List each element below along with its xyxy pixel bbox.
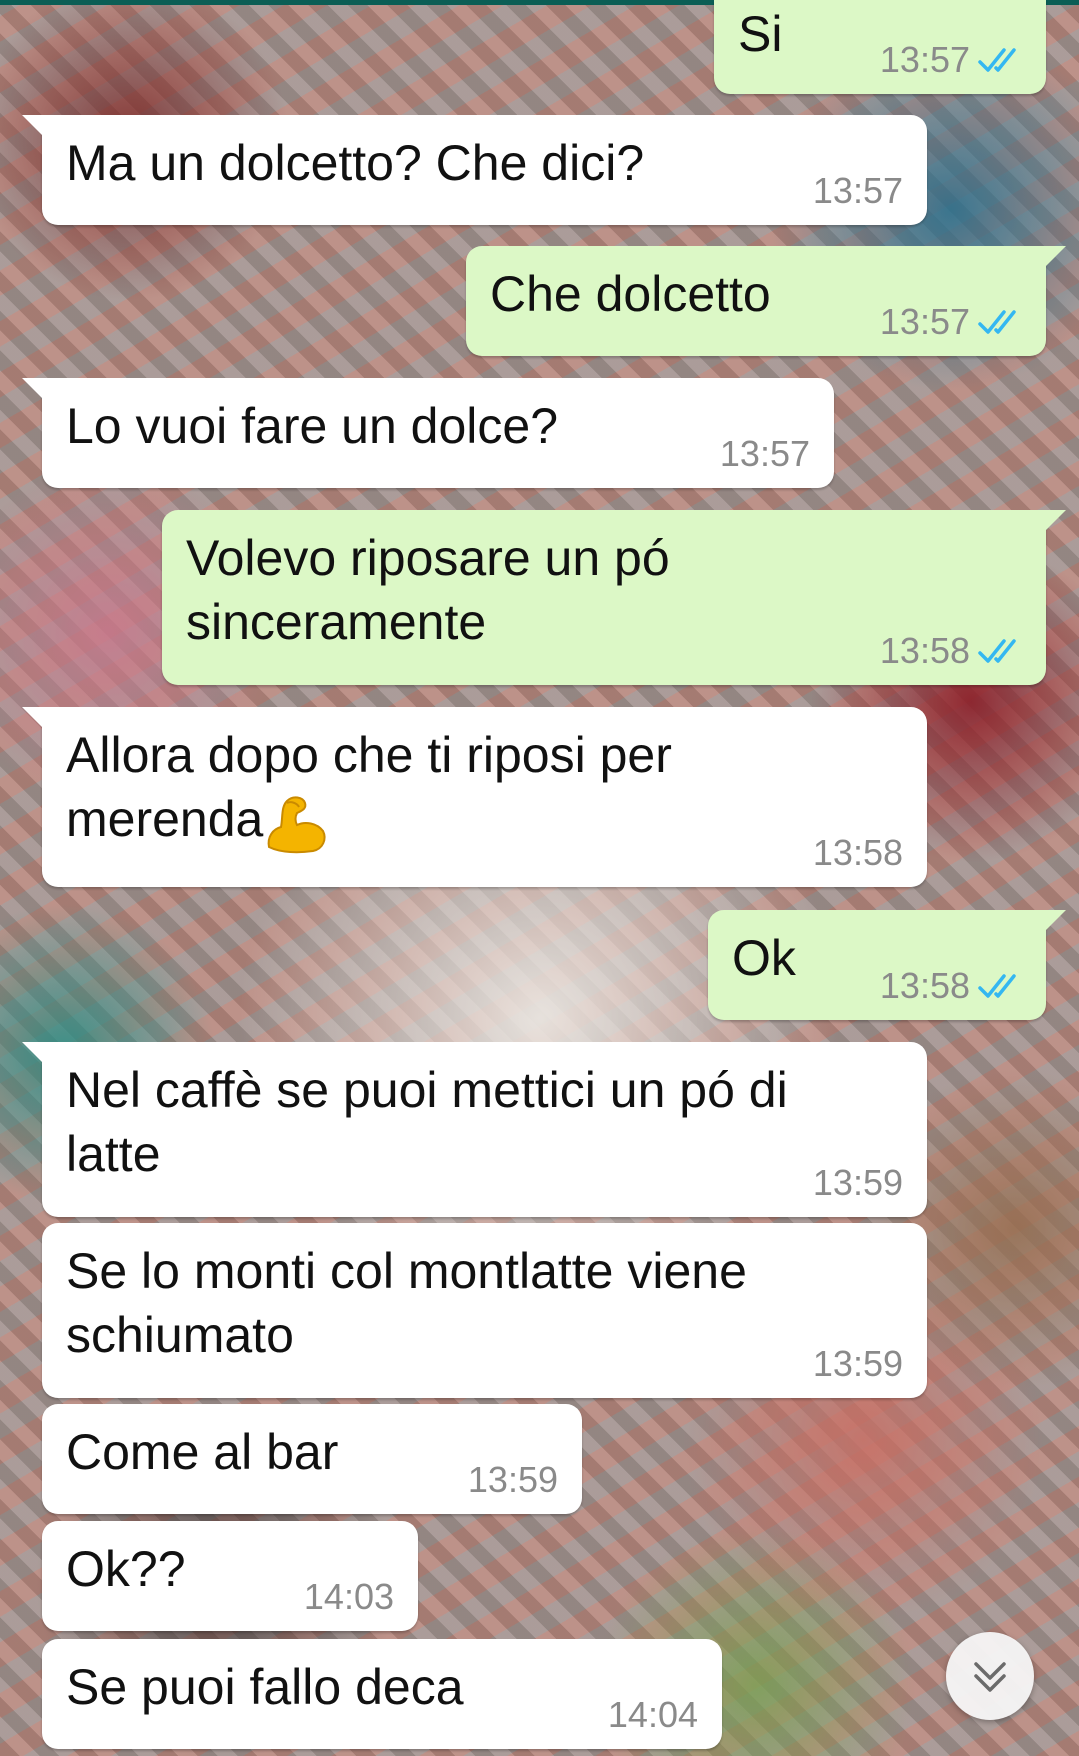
message-time: 13:59 xyxy=(812,1343,903,1384)
incoming-message[interactable]: Se lo monti col montlatte viene schiumat… xyxy=(42,1223,927,1398)
message-text: Se puoi fallo deca xyxy=(66,1659,464,1715)
incoming-message[interactable]: Allora dopo che ti riposi per merenda 13… xyxy=(22,707,927,887)
double-check-icon xyxy=(978,48,1016,72)
message-text: Lo vuoi fare un dolce? xyxy=(66,398,559,454)
message-time: 13:57 xyxy=(879,301,970,342)
message-time: 14:03 xyxy=(303,1576,394,1617)
incoming-message[interactable]: Nel caffè se puoi mettici un pó di latte… xyxy=(22,1042,927,1217)
incoming-message[interactable]: Se puoi fallo deca 14:04 xyxy=(42,1639,722,1749)
message-time: 13:57 xyxy=(812,170,903,211)
double-check-icon xyxy=(978,639,1016,663)
message-time: 13:57 xyxy=(719,433,810,474)
double-check-icon xyxy=(978,974,1016,998)
outgoing-message[interactable]: Ok 13:58 xyxy=(708,910,1066,1020)
scroll-to-bottom-button[interactable] xyxy=(946,1632,1034,1720)
message-time: 13:57 xyxy=(879,39,970,80)
flexed-biceps-emoji xyxy=(267,796,326,854)
message-time: 13:58 xyxy=(812,832,903,873)
message-time: 13:58 xyxy=(879,630,970,671)
message-text: Ma un dolcetto? Che dici? xyxy=(66,135,645,191)
message-text: Nel caffè se puoi mettici un pó di latte xyxy=(66,1062,802,1182)
message-text: Volevo riposare un pó sinceramente xyxy=(186,530,684,650)
incoming-message[interactable]: Ok?? 14:03 xyxy=(42,1521,418,1631)
outgoing-message[interactable]: Si 13:57 xyxy=(714,0,1046,94)
message-time: 13:58 xyxy=(879,965,970,1006)
double-check-icon xyxy=(978,310,1016,334)
message-time: 14:04 xyxy=(607,1694,698,1735)
message-text: Allora dopo che ti riposi per merenda xyxy=(66,723,786,854)
outgoing-message[interactable]: Che dolcetto 13:57 xyxy=(466,246,1066,356)
outgoing-message[interactable]: Volevo riposare un pó sinceramente 13:58 xyxy=(162,510,1066,685)
message-time: 13:59 xyxy=(812,1162,903,1203)
incoming-message[interactable]: Come al bar 13:59 xyxy=(42,1404,582,1514)
incoming-message[interactable]: Lo vuoi fare un dolce? 13:57 xyxy=(22,378,834,488)
message-time: 13:59 xyxy=(467,1459,558,1500)
message-text-content: Allora dopo che ti riposi per merenda xyxy=(66,727,686,847)
incoming-message[interactable]: Ma un dolcetto? Che dici? 13:57 xyxy=(22,115,927,225)
message-text: Se lo monti col montlatte viene schiumat… xyxy=(66,1243,761,1363)
double-chevron-down-icon xyxy=(974,1662,1006,1692)
